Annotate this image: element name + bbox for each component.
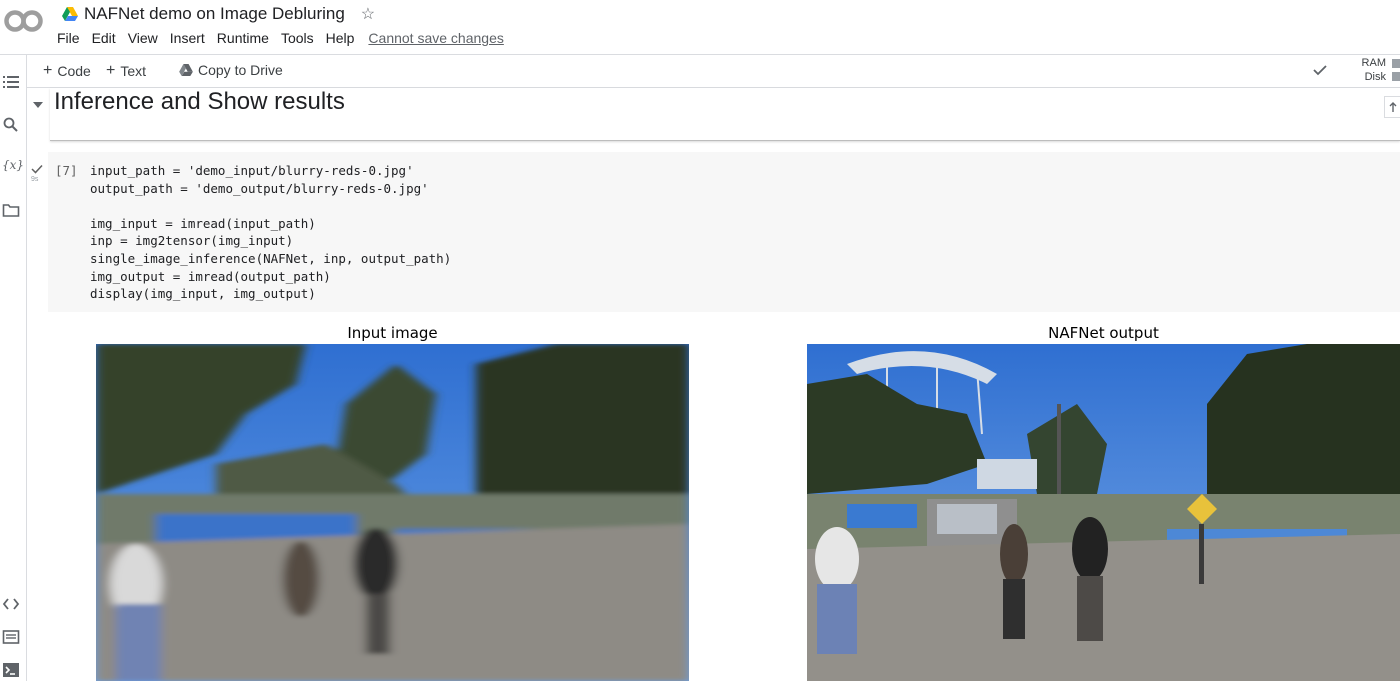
menu-file[interactable]: File bbox=[57, 30, 80, 46]
input-image bbox=[96, 344, 689, 681]
menu-tools[interactable]: Tools bbox=[281, 30, 314, 46]
table-of-contents-icon[interactable] bbox=[2, 73, 20, 91]
code-source[interactable]: input_path = 'demo_input/blurry-reds-0.j… bbox=[90, 162, 451, 303]
add-code-label: Code bbox=[57, 63, 91, 79]
input-image-title: Input image bbox=[347, 324, 438, 342]
files-folder-icon[interactable] bbox=[2, 201, 20, 219]
plus-icon: + bbox=[43, 62, 53, 79]
disk-usage-bar[interactable] bbox=[1392, 72, 1400, 81]
notebook-toolbar: + Code + Text Copy to Drive RAM Disk bbox=[27, 55, 1400, 88]
menu-edit[interactable]: Edit bbox=[92, 30, 116, 46]
section-heading: Inference and Show results bbox=[54, 88, 345, 115]
output-image-title: NAFNet output bbox=[1048, 324, 1159, 342]
menu-runtime[interactable]: Runtime bbox=[217, 30, 269, 46]
execution-count: [7] bbox=[55, 163, 78, 178]
copy-to-drive-label: Copy to Drive bbox=[198, 62, 283, 78]
drive-icon bbox=[62, 7, 78, 21]
plus-icon: + bbox=[106, 62, 116, 79]
add-code-button[interactable]: + Code bbox=[43, 62, 91, 80]
run-success-check-icon[interactable] bbox=[30, 162, 44, 176]
run-time-badge: 9s bbox=[31, 176, 39, 183]
star-icon[interactable]: ☆ bbox=[361, 4, 375, 24]
output-image bbox=[807, 344, 1400, 681]
menu-insert[interactable]: Insert bbox=[170, 30, 205, 46]
terminal-icon[interactable] bbox=[2, 661, 20, 679]
disk-usage-fill bbox=[1393, 73, 1400, 80]
search-icon[interactable] bbox=[2, 116, 20, 134]
variables-icon[interactable]: {𝑥} bbox=[2, 158, 24, 176]
document-title[interactable]: NAFNet demo on Image Debluring bbox=[84, 4, 345, 24]
ram-usage-fill bbox=[1393, 60, 1400, 67]
save-status-link[interactable]: Cannot save changes bbox=[368, 30, 503, 46]
connected-check-icon[interactable] bbox=[1311, 61, 1329, 79]
copy-to-drive-button[interactable]: Copy to Drive bbox=[179, 62, 283, 78]
ram-usage-bar[interactable] bbox=[1392, 59, 1400, 68]
add-text-button[interactable]: + Text bbox=[106, 62, 146, 80]
collapse-section-icon[interactable] bbox=[31, 98, 45, 112]
add-text-label: Text bbox=[120, 63, 147, 79]
text-cell[interactable]: Inference and Show results bbox=[50, 88, 1400, 141]
menu-help[interactable]: Help bbox=[326, 30, 355, 46]
menu-bar: File Edit View Insert Runtime Tools Help… bbox=[57, 30, 516, 46]
app-header: NAFNet demo on Image Debluring ☆ File Ed… bbox=[0, 0, 1400, 55]
code-snippets-icon[interactable] bbox=[2, 595, 20, 613]
command-palette-icon[interactable] bbox=[2, 628, 20, 646]
left-sidebar: {𝑥} bbox=[0, 55, 27, 681]
disk-label: Disk bbox=[1364, 71, 1386, 83]
colab-logo-icon[interactable] bbox=[4, 6, 44, 36]
drive-icon bbox=[179, 64, 193, 76]
ram-label: RAM bbox=[1361, 57, 1386, 69]
cell-toolbar-move-up-icon[interactable] bbox=[1384, 96, 1400, 118]
menu-view[interactable]: View bbox=[128, 30, 158, 46]
